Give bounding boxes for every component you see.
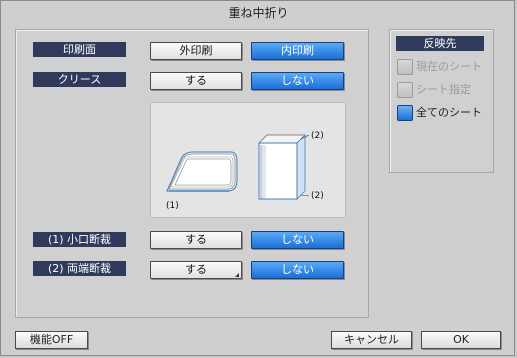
submenu-corner-icon <box>235 273 239 277</box>
cut-2-bottom-marker: (2) <box>311 191 324 201</box>
all-sheets-checkbox[interactable] <box>397 105 413 121</box>
current-sheet-label: 現在のシート <box>416 60 482 73</box>
both-ends-trim-label: (2) 両端断裁 <box>33 261 126 276</box>
crease-off-button[interactable]: しない <box>251 72 344 90</box>
edge-trim-off-button[interactable]: しない <box>251 231 344 249</box>
both-ends-trim-off-button[interactable]: しない <box>251 261 344 279</box>
dialog-title: 重ね中折り <box>228 6 289 20</box>
sheet-specify-label: シート指定 <box>416 83 471 96</box>
fold-illustration: (1) (2) (2) <box>150 102 346 218</box>
folded-booklet-image <box>166 151 238 192</box>
print-side-label: 印刷面 <box>33 42 126 57</box>
cut-2-top-marker: (2) <box>311 131 324 141</box>
edge-trim-label: (1) 小口断裁 <box>33 232 126 247</box>
edge-trim-on-button[interactable]: する <box>150 231 242 249</box>
current-sheet-checkbox[interactable] <box>397 59 413 75</box>
sheet-specify-checkbox[interactable] <box>397 82 413 98</box>
crease-on-button[interactable]: する <box>150 72 242 90</box>
stacked-booklet-image <box>258 134 310 200</box>
booklet-diagram <box>166 134 310 200</box>
crease-label: クリース <box>33 72 126 87</box>
ok-button[interactable]: OK <box>421 331 501 349</box>
function-off-button[interactable]: 機能OFF <box>15 331 88 349</box>
inner-print-button[interactable]: 内印刷 <box>251 42 344 60</box>
both-ends-trim-on-label: する <box>185 263 207 276</box>
outer-print-button[interactable]: 外印刷 <box>150 42 242 60</box>
cancel-button[interactable]: キャンセル <box>331 331 412 349</box>
both-ends-trim-on-button[interactable]: する <box>150 261 242 279</box>
all-sheets-label: 全てのシート <box>416 106 482 119</box>
apply-to-title: 反映先 <box>396 36 484 51</box>
cut-1-marker: (1) <box>166 201 179 211</box>
